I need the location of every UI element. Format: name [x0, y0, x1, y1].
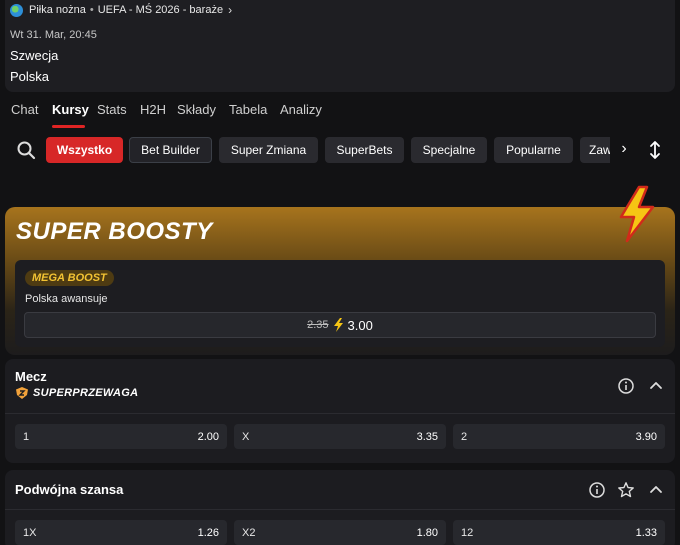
outcome-label: 12 [461, 526, 474, 539]
outcome-label: 2 [461, 430, 468, 443]
chevron-up-icon[interactable] [647, 481, 665, 499]
odd-button[interactable]: X2 1.80 [234, 520, 446, 545]
lightning-bolt-icon [619, 185, 655, 243]
shield-icon [16, 387, 28, 399]
breadcrumb-separator: • [89, 4, 94, 16]
new-odd: 3.00 [347, 317, 373, 333]
mega-boost-description: Polska awansuje [25, 293, 108, 305]
team-home: Szwecja [10, 48, 59, 63]
odd-button[interactable]: 1X 1.26 [15, 520, 227, 545]
outcome-odd: 3.90 [635, 430, 657, 443]
chevron-right-icon[interactable]: › [615, 140, 633, 158]
filter-chip-bet-builder[interactable]: Bet Builder [129, 137, 212, 163]
boost-odd-button[interactable]: 2.35 3.00 [24, 312, 656, 338]
globe-icon [10, 3, 23, 17]
info-icon[interactable] [588, 481, 606, 499]
filter-chip-superbets[interactable]: SuperBets [325, 137, 404, 163]
breadcrumb-competition[interactable]: UEFA - MŚ 2026 - baraże [98, 4, 223, 16]
market-title: Podwójna szansa [15, 482, 124, 497]
search-icon[interactable] [16, 140, 36, 160]
team-away: Polska [10, 69, 50, 84]
filter-chip-zaw[interactable]: Zaw [580, 137, 610, 163]
lightning-bolt-icon [333, 318, 343, 332]
odd-button[interactable]: X 3.35 [234, 424, 446, 449]
event-date: Wt 31. Mar, 20:45 [10, 29, 97, 41]
active-tab-indicator [52, 125, 85, 128]
outcome-label: X [242, 430, 250, 443]
odd-button[interactable]: 2 3.90 [453, 424, 665, 449]
mega-boost-badge: MEGA BOOST [25, 270, 114, 286]
filter-chip-super-zmiana[interactable]: Super Zmiana [219, 137, 318, 163]
divider [5, 413, 675, 414]
market-title: Mecz [15, 369, 47, 384]
tab-kursy[interactable]: Kursy [52, 102, 89, 117]
outcome-odd: 3.35 [416, 430, 438, 443]
outcome-label: 1X [23, 526, 37, 539]
chevron-up-icon[interactable] [647, 377, 665, 395]
old-odd: 2.35 [307, 319, 329, 331]
breadcrumb-sport[interactable]: Piłka nożna [29, 4, 86, 16]
odd-button[interactable]: 12 1.33 [453, 520, 665, 545]
tab-sklady[interactable]: Składy [177, 102, 216, 117]
odd-button[interactable]: 1 2.00 [15, 424, 227, 449]
filter-chip-specjalne[interactable]: Specjalne [411, 137, 487, 163]
superprzewaga-tag: SUPERPRZEWAGA [33, 387, 139, 399]
sort-icon[interactable] [645, 139, 665, 161]
super-boosty-title: SUPER BOOSTY [16, 218, 213, 245]
tab-h2h[interactable]: H2H [140, 102, 166, 117]
outcome-label: X2 [242, 526, 256, 539]
tab-stats[interactable]: Stats [97, 102, 127, 117]
chevron-right-icon[interactable]: › [228, 3, 232, 17]
breadcrumb[interactable]: Piłka nożna • UEFA - MŚ 2026 - baraże › [10, 3, 232, 17]
tab-analizy[interactable]: Analizy [280, 102, 322, 117]
filter-chip-popularne[interactable]: Popularne [494, 137, 573, 163]
star-icon[interactable] [617, 481, 635, 499]
outcome-label: 1 [23, 430, 30, 443]
divider [5, 509, 675, 510]
filter-chip-wszystko[interactable]: Wszystko [46, 137, 123, 163]
tab-chat[interactable]: Chat [11, 102, 38, 117]
outcome-odd: 2.00 [197, 430, 219, 443]
outcome-odd: 1.26 [197, 526, 219, 539]
tab-bar: Chat Kursy Stats H2H Składy Tabela Anali… [0, 100, 680, 127]
info-icon[interactable] [617, 377, 635, 395]
outcome-odd: 1.33 [635, 526, 657, 539]
tab-tabela[interactable]: Tabela [229, 102, 267, 117]
outcome-odd: 1.80 [416, 526, 438, 539]
